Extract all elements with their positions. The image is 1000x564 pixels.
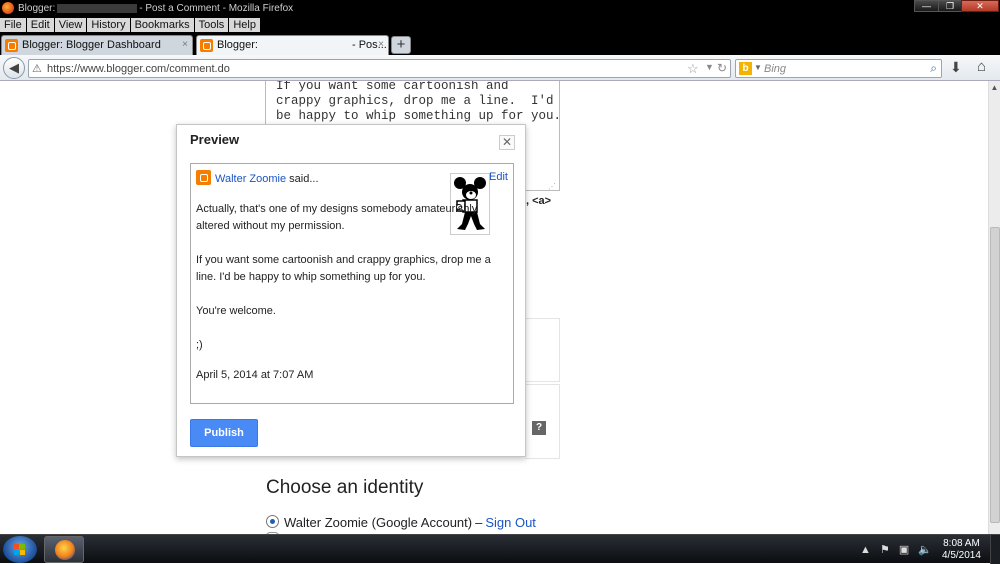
menu-tools[interactable]: Tools — [194, 18, 229, 32]
tab-post-comment[interactable]: Blogger: - Pos... × — [196, 35, 389, 55]
url-text[interactable]: https://www.blogger.com/comment.do — [47, 63, 230, 75]
navigation-bar: ◀ ⚠ https://www.blogger.com/comment.do ☆… — [0, 55, 1000, 81]
new-tab-button[interactable]: + — [391, 36, 411, 54]
title-bar: Blogger: - Post a Comment - Mozilla Firef… — [0, 0, 1000, 18]
download-icon[interactable]: ⬇ — [950, 59, 962, 76]
show-desktop-button[interactable] — [990, 535, 1000, 564]
comment-paragraph: ;) — [196, 339, 203, 351]
identity-title: Choose an identity — [266, 477, 424, 498]
background-panel — [525, 318, 560, 382]
vertical-scrollbar[interactable]: ▲ — [988, 81, 1000, 534]
allowed-tags-hint: , <a> — [526, 195, 552, 207]
back-button[interactable]: ◀ — [3, 57, 25, 79]
reload-icon[interactable]: ↻ — [717, 61, 727, 75]
identity-radio[interactable] — [266, 515, 279, 528]
start-button[interactable] — [3, 536, 37, 563]
maximize-button[interactable]: ❐ — [938, 0, 962, 12]
tab-blogger-dashboard[interactable]: Blogger: Blogger Dashboard × — [1, 35, 193, 55]
author-link[interactable]: Walter Zoomie — [215, 173, 286, 185]
blogger-icon — [196, 170, 211, 185]
publish-button[interactable]: Publish — [190, 419, 258, 447]
search-bar[interactable]: b ▼ Bing ⌕ — [735, 59, 942, 78]
search-icon[interactable]: ⌕ — [930, 61, 937, 76]
system-tray: ▲ ⚑ ▣ 🔈 — [860, 543, 938, 556]
menu-help[interactable]: Help — [229, 18, 260, 32]
flag-icon[interactable]: ⚑ — [880, 544, 890, 556]
firefox-icon — [55, 540, 75, 560]
close-dialog-button[interactable]: ✕ — [499, 135, 515, 150]
menu-edit[interactable]: Edit — [26, 18, 54, 32]
edit-link[interactable]: Edit — [489, 171, 508, 183]
home-icon[interactable]: ⌂ — [977, 58, 986, 75]
menu-bookmarks[interactable]: Bookmarks — [130, 18, 194, 32]
redacted-text — [57, 3, 138, 13]
window-title: Blogger: - Post a Comment - Mozilla Firef… — [18, 3, 294, 14]
menu-bar: File Edit View History Bookmarks Tools H… — [0, 18, 1000, 33]
scroll-thumb[interactable] — [990, 227, 1000, 523]
sign-out-link[interactable]: Sign Out — [485, 515, 536, 530]
comment-paragraph: If you want some cartoonish and crappy g… — [196, 254, 491, 283]
chevron-down-icon[interactable]: ▼ — [754, 63, 762, 72]
firefox-icon — [2, 2, 14, 14]
comment-paragraph: You're welcome. — [196, 305, 276, 317]
chevron-down-icon[interactable]: ▼ — [705, 62, 714, 72]
preview-dialog: Preview ✕ Walter Zoomie said... Edit Act… — [176, 124, 526, 457]
windows-logo-icon — [14, 544, 26, 556]
minimize-button[interactable]: — — [914, 0, 939, 12]
tab-label: Blogger: Blogger Dashboard — [22, 39, 161, 51]
clock-date: 4/5/2014 — [942, 550, 981, 561]
system-clock[interactable]: 8:08 AM 4/5/2014 — [942, 538, 981, 562]
comment-timestamp: April 5, 2014 at 7:07 AM — [196, 369, 314, 381]
comment-preview: Walter Zoomie said... Edit Actually, tha… — [190, 163, 514, 404]
comment-body: Actually, that's one of my designs someb… — [196, 201, 506, 371]
volume-icon[interactable]: 🔈 — [918, 544, 932, 556]
comment-author: Walter Zoomie said... — [215, 173, 319, 185]
show-hidden-icons-icon[interactable]: ▲ — [860, 544, 871, 556]
network-icon[interactable]: ▣ — [899, 544, 909, 556]
warning-icon: ⚠ — [32, 63, 42, 75]
close-tab-icon[interactable]: × — [378, 36, 384, 54]
menu-file[interactable]: File — [0, 18, 26, 32]
resize-grip-icon[interactable]: ⋰ — [548, 182, 556, 191]
clock-time: 8:08 AM — [943, 538, 980, 549]
identity-label: Walter Zoomie (Google Account) – Sign Out — [284, 515, 536, 530]
search-input[interactable]: Bing — [764, 63, 786, 75]
bing-icon[interactable]: b — [739, 62, 752, 75]
menu-history[interactable]: History — [87, 18, 130, 32]
bookmark-star-icon[interactable]: ☆ — [687, 61, 699, 77]
url-bar[interactable]: ⚠ https://www.blogger.com/comment.do ☆ ▼… — [28, 59, 731, 78]
comment-paragraph: Actually, that's one of my designs someb… — [196, 203, 478, 232]
blogger-icon — [200, 39, 213, 52]
close-window-button[interactable]: ✕ — [961, 0, 999, 12]
taskbar: ▲ ⚑ ▣ 🔈 8:08 AM 4/5/2014 — [0, 534, 1000, 564]
close-tab-icon[interactable]: × — [182, 36, 188, 54]
menu-view[interactable]: View — [54, 18, 87, 32]
help-icon[interactable]: ? — [532, 421, 546, 435]
preview-title: Preview — [190, 132, 240, 147]
blogger-icon — [5, 39, 18, 52]
firefox-taskbar-button[interactable] — [44, 536, 84, 563]
tab-label: Blogger: — [217, 39, 258, 51]
page-content: If you want some cartoonish and crappy g… — [0, 81, 988, 534]
scroll-up-icon[interactable]: ▲ — [989, 83, 1000, 94]
tab-bar: Blogger: Blogger Dashboard × Blogger: - … — [0, 33, 1000, 55]
